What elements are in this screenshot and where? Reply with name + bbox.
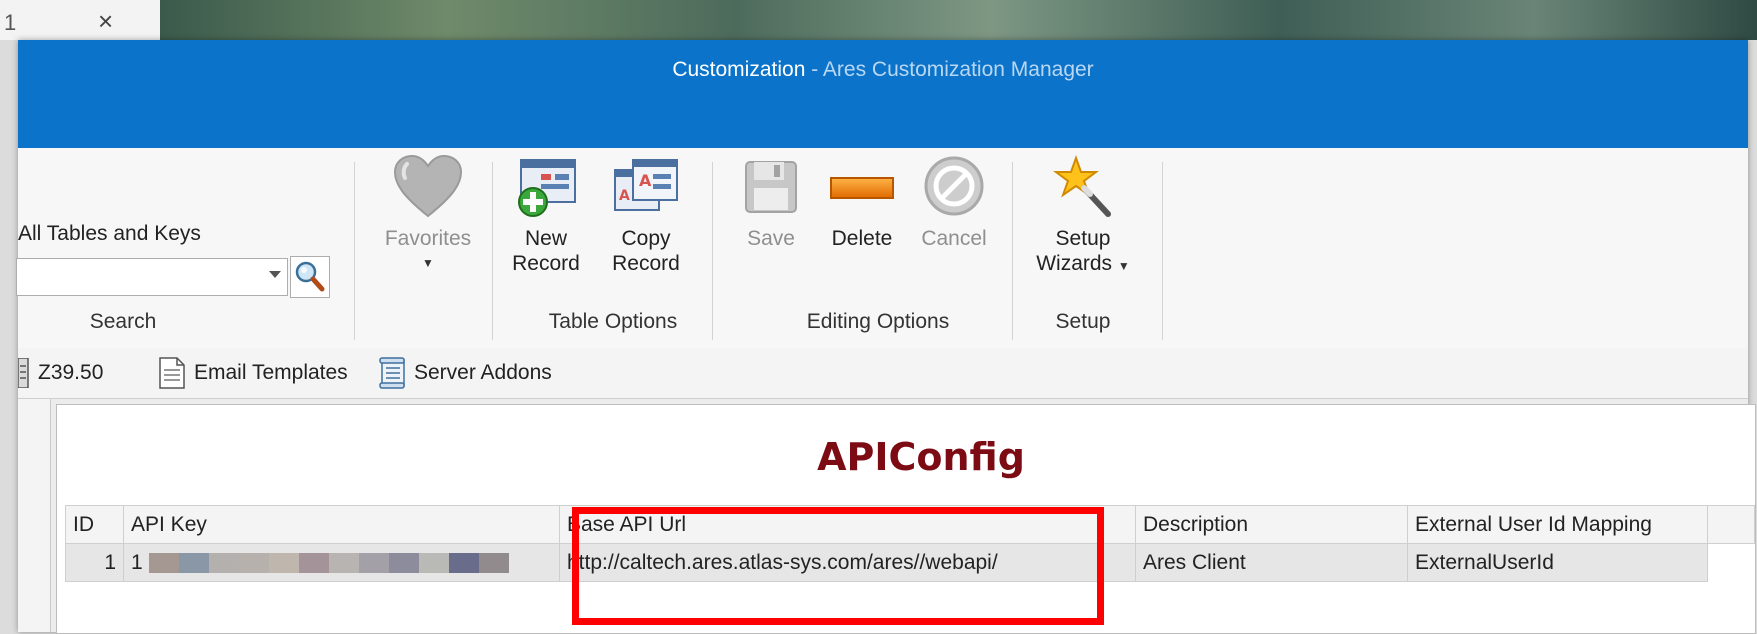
column-header-base-api-url[interactable]: Base API Url <box>559 505 1136 544</box>
ribbon-separator <box>492 162 493 340</box>
background-window: 1 × <box>0 0 161 40</box>
ribbon-separator <box>354 162 355 340</box>
save-button[interactable]: Save <box>738 154 804 251</box>
chevron-down-icon[interactable] <box>269 271 281 278</box>
save-label: Save <box>747 227 795 250</box>
new-record-button[interactable]: New Record <box>508 154 584 276</box>
magic-wand-icon <box>1053 155 1111 217</box>
cell-external-user-id-mapping[interactable]: ExternalUserId <box>1407 543 1708 582</box>
tab-server-addons-label: Server Addons <box>414 361 552 384</box>
background-tab-text: 1 <box>4 10 17 35</box>
content-area: APIConfig ID API Key Base API Url Descri… <box>18 399 1756 634</box>
ribbon-separator <box>1012 162 1013 340</box>
new-record-icon <box>518 159 576 217</box>
tab-z3950-label: Z39.50 <box>38 361 104 384</box>
delete-label: Delete <box>831 227 893 250</box>
column-header-id[interactable]: ID <box>65 505 124 544</box>
svg-text:A: A <box>639 171 652 190</box>
table-row[interactable]: 1 1 http://caltech.ares.atlas-sys.com/ar… <box>65 543 1755 582</box>
setup-group-label: Setup <box>1055 310 1111 333</box>
delete-button[interactable]: Delete <box>824 154 900 251</box>
window-title-separator: - <box>805 58 823 81</box>
grid-panel: APIConfig ID API Key Base API Url Descri… <box>56 404 1756 634</box>
title-bar: Customization - Ares Customization Manag… <box>18 40 1748 148</box>
cell-description[interactable]: Ares Client <box>1135 543 1408 582</box>
tab-z3950[interactable]: Z39.50 <box>18 348 103 398</box>
cell-id[interactable]: 1 <box>65 543 124 582</box>
grid-header-row: ID API Key Base API Url Description Exte… <box>65 505 1755 544</box>
floppy-disk-icon <box>745 161 797 213</box>
copy-record-label-line1: Copy <box>621 227 671 250</box>
copy-record-label-line2: Record <box>612 252 680 275</box>
background-close-icon[interactable]: × <box>98 8 113 34</box>
cancel-icon <box>924 156 984 216</box>
cancel-button[interactable]: Cancel <box>916 154 992 251</box>
redacted-key-blur <box>148 552 509 573</box>
table-options-group-label: Table Options <box>548 310 678 333</box>
window-title-main: Customization <box>672 58 806 81</box>
column-header-filler <box>1707 505 1755 544</box>
cell-api-key[interactable]: 1 <box>123 543 560 582</box>
ribbon-separator <box>712 162 713 340</box>
ribbon: All Tables and Keys Search Favorites ▼ N… <box>16 148 1748 349</box>
column-header-description[interactable]: Description <box>1135 505 1408 544</box>
setup-wizards-label-line1: Setup <box>1055 227 1111 250</box>
table-tabs-bar: Z39.50 Email Templates Server Addons <box>18 348 1748 399</box>
svg-text:A: A <box>619 188 630 204</box>
delete-bar-icon <box>830 177 894 199</box>
search-caption: All Tables and Keys <box>18 222 201 245</box>
server-icon <box>18 358 29 388</box>
window-title-sub: Ares Customization Manager <box>822 58 1094 81</box>
data-grid: ID API Key Base API Url Description Exte… <box>65 505 1755 582</box>
column-header-external-user-id-mapping[interactable]: External User Id Mapping <box>1407 505 1708 544</box>
cell-base-api-url[interactable]: http://caltech.ares.atlas-sys.com/ares//… <box>559 543 1136 582</box>
search-button[interactable] <box>290 256 330 298</box>
copy-record-icon: A A <box>614 159 678 211</box>
document-icon <box>159 357 185 389</box>
favorites-button[interactable]: Favorites ▼ <box>368 154 488 276</box>
grid-title: APIConfig <box>817 435 1025 479</box>
setup-wizards-label-line2: Wizards <box>1036 252 1113 275</box>
new-record-label-line2: Record <box>512 252 580 275</box>
app-window: Customization - Ares Customization Manag… <box>16 40 1756 634</box>
favorites-label: Favorites <box>384 227 472 250</box>
scroll-icon <box>379 357 405 389</box>
setup-wizards-caret-icon: ▼ <box>1117 259 1130 273</box>
heart-icon <box>393 154 463 218</box>
tab-email-templates[interactable]: Email Templates <box>158 348 348 398</box>
copy-record-button[interactable]: A A Copy Record <box>604 154 688 276</box>
desktop-background <box>160 0 1757 40</box>
ribbon-separator <box>1162 162 1163 340</box>
search-group-label: Search <box>89 310 157 333</box>
magnifier-icon <box>295 261 325 292</box>
window-title: Customization - Ares Customization Manag… <box>18 58 1748 82</box>
tab-server-addons[interactable]: Server Addons <box>378 348 552 398</box>
setup-wizards-label-line2-wrap: Wizards ▼ <box>1028 251 1138 279</box>
tab-email-templates-label: Email Templates <box>194 361 348 384</box>
editing-options-group-label: Editing Options <box>806 310 950 333</box>
search-input[interactable] <box>16 258 288 296</box>
favorites-caret-icon: ▼ <box>422 256 434 270</box>
left-rail <box>18 399 51 632</box>
column-header-api-key[interactable]: API Key <box>123 505 560 544</box>
cell-api-key-visible: 1 <box>131 550 143 574</box>
setup-wizards-button[interactable]: Setup Wizards ▼ <box>1028 154 1138 279</box>
cell-filler <box>1707 543 1755 582</box>
new-record-label-line1: New <box>524 227 567 250</box>
cancel-label: Cancel <box>921 227 987 250</box>
